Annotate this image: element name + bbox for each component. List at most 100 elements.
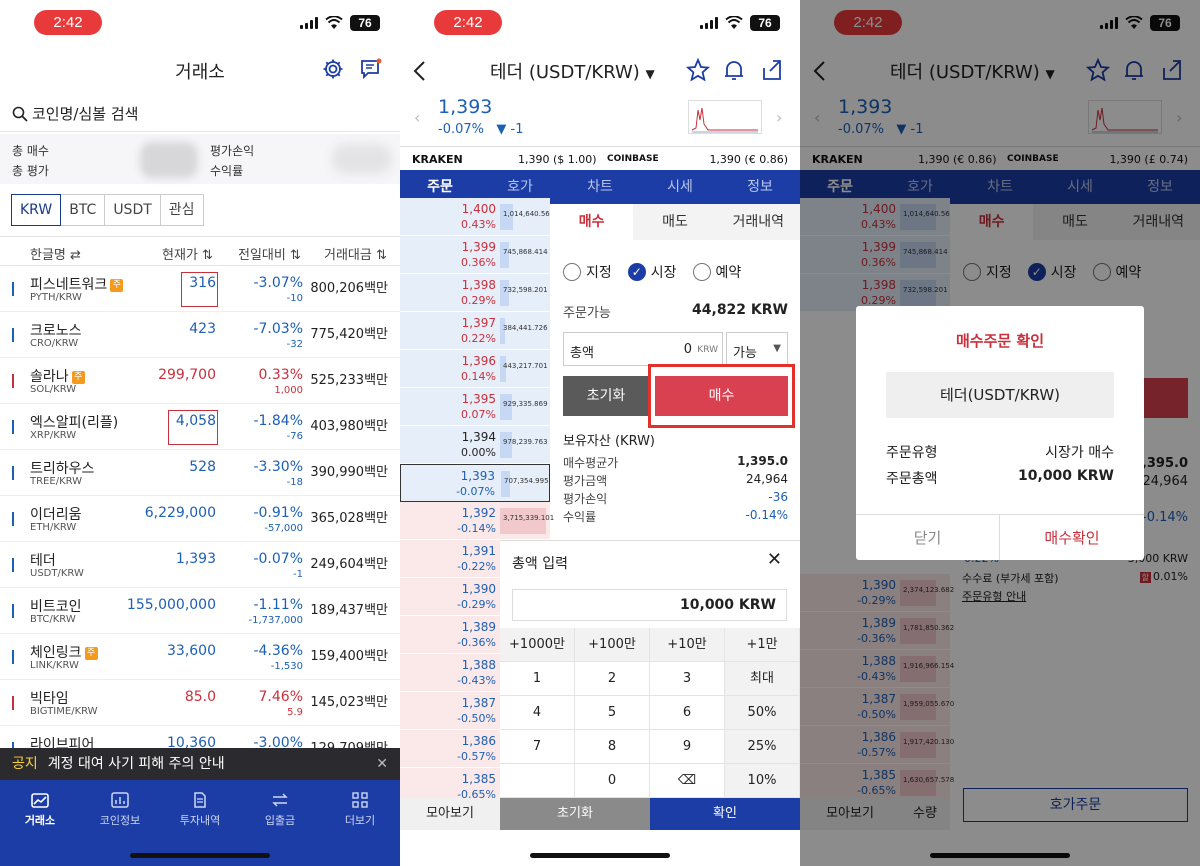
coin-change-percent: -1.11% (253, 597, 303, 613)
coin-price: 33,600 (167, 643, 216, 659)
orderbook-row[interactable]: 1,399 0.36% 745,868.414 (400, 236, 550, 274)
sheet-reset-button[interactable]: 초기화 (500, 798, 650, 830)
tab-buy[interactable]: 매수 (550, 204, 634, 240)
tab-investments[interactable]: 투자내역 (160, 792, 240, 828)
keypad-key[interactable]: +10만 (650, 628, 725, 662)
coin-row[interactable]: 트리하우스 TREE/KRW 528 -3.30% -18 390,990백만 (0, 450, 400, 496)
orderbook-row[interactable]: 1,397 0.22% 384,441.726 (400, 312, 550, 350)
keypad-key[interactable]: +100만 (575, 628, 650, 662)
orderbook-row[interactable]: 1,393 -0.07% 707,354.995 (400, 464, 550, 502)
back-icon[interactable] (412, 60, 426, 82)
collect-view-button[interactable]: 모아보기 (400, 798, 500, 830)
orderbook-price: 1,400 (461, 202, 496, 216)
tab-usdt[interactable]: USDT (104, 194, 161, 226)
tab-deposit-withdraw[interactable]: 입출금 (240, 792, 320, 828)
amount-input[interactable]: 총액 0 KRW (563, 332, 723, 366)
orderbook-row[interactable]: 1,396 0.14% 443,217.701 (400, 350, 550, 388)
radio-market[interactable]: ✓ 시장 (627, 262, 677, 282)
orderbook-row[interactable]: 1,394 0.00% 978,239.763 (400, 426, 550, 464)
tab-history[interactable]: 거래내역 (717, 204, 800, 240)
confirm-button[interactable]: 확인 (650, 798, 800, 830)
keypad-key[interactable]: 10% (725, 764, 800, 798)
available-row: 주문가능 44,822 KRW (563, 302, 788, 321)
coin-row[interactable]: 솔라나 주 SOL/KRW 299,700 0.33% 1,000 525,233백만 (0, 358, 400, 404)
search-input[interactable]: 코인명/심볼 검색 (0, 96, 400, 132)
share-icon[interactable] (760, 58, 784, 82)
coin-price: 6,229,000 (144, 505, 216, 521)
keypad-key[interactable]: 8 (575, 730, 650, 764)
prev-icon[interactable]: ‹ (414, 108, 420, 127)
keypad-key[interactable]: 3 (650, 662, 725, 696)
coin-row[interactable]: 이더리움 ETH/KRW 6,229,000 -0.91% -57,000 365,028… (0, 496, 400, 542)
orderbook-percent: 0.07% (461, 408, 496, 421)
coin-symbol: PYTH/KRW (30, 292, 82, 303)
message-icon[interactable] (360, 58, 382, 80)
keypad-key[interactable]: 9 (650, 730, 725, 764)
tab-more[interactable]: 더보기 (320, 792, 400, 828)
tab-coin-info[interactable]: 코인정보 (80, 792, 160, 828)
tab-sell[interactable]: 매도 (633, 204, 716, 240)
keypad-key[interactable]: 5 (575, 696, 650, 730)
notice-banner[interactable]: 공지 계정 대여 사기 피해 주의 안내 ✕ (0, 748, 400, 780)
orderbook-row[interactable]: 1,400 0.43% 1,014,640.563 (400, 198, 554, 236)
tab-exchange[interactable]: 거래소 (0, 792, 80, 828)
close-button[interactable]: 닫기 (856, 514, 1000, 560)
tab-btc[interactable]: BTC (60, 194, 106, 226)
sort-price[interactable]: 현재가 ⇅ (162, 244, 213, 263)
orderbook-row[interactable]: 1,392 -0.14% 3,715,339.101 (400, 502, 554, 540)
keypad-key[interactable]: +1만 (725, 628, 800, 662)
keypad-key[interactable]: 0 (575, 764, 650, 798)
next-icon[interactable]: › (776, 108, 782, 127)
gear-icon[interactable] (322, 58, 344, 80)
sort-change[interactable]: 전일대비 ⇅ (238, 244, 301, 263)
transfer-icon (272, 793, 288, 807)
candle-mark (12, 282, 14, 296)
orderbook-quantity: 707,354.995 (504, 477, 549, 485)
sort-volume[interactable]: 거래대금 ⇅ (324, 244, 387, 263)
tab-chart[interactable]: 차트 (560, 170, 640, 204)
coin-row[interactable]: 체인링크 주 LINK/KRW 33,600 -4.36% -1,530 159,400백만 (0, 634, 400, 680)
coin-row[interactable]: 비트코인 BTC/KRW 155,000,000 -1.11% -1,737,000 18… (0, 588, 400, 634)
mini-chart[interactable] (688, 100, 762, 134)
radio-limit[interactable]: 지정 (563, 262, 612, 282)
keypad-key[interactable]: 1 (500, 662, 575, 696)
keypad-key[interactable]: 50% (725, 696, 800, 730)
coin-row[interactable]: 테더 USDT/KRW 1,393 -0.07% -1 249,604백만 (0, 542, 400, 588)
close-icon[interactable]: ✕ (376, 748, 388, 780)
sort-name[interactable]: 한글명 ⇄ (30, 244, 81, 263)
orderbook-row[interactable]: 1,398 0.29% 732,598.201 (400, 274, 550, 312)
tab-krw[interactable]: KRW (11, 194, 62, 226)
reset-button[interactable]: 초기화 (563, 376, 649, 416)
candle-mark (12, 466, 14, 480)
radio-reserve[interactable]: 예약 (692, 262, 741, 282)
orderbook-price: 1,392 (461, 506, 496, 520)
ratio-select[interactable]: 가능 ▼ (726, 332, 788, 366)
caret-down-icon: ▼ (645, 67, 655, 81)
candle-mark (12, 374, 14, 388)
close-icon[interactable]: ✕ (767, 549, 782, 570)
bell-icon[interactable] (722, 58, 746, 82)
backspace-icon[interactable]: ⌫ (650, 764, 725, 798)
buy-confirm-button[interactable]: 매수확인 (1000, 514, 1144, 560)
keypad-key[interactable]: 4 (500, 696, 575, 730)
keypad-key[interactable]: 2 (575, 662, 650, 696)
tab-info[interactable]: 정보 (720, 170, 800, 204)
sheet-amount-field[interactable]: 10,000 KRW (512, 589, 787, 621)
market-title[interactable]: 테더 (USDT/KRW) ▼ (490, 58, 655, 84)
status-bar: 2:42 76 (400, 0, 800, 46)
keypad-key[interactable]: 25% (725, 730, 800, 764)
keypad-key[interactable]: 7 (500, 730, 575, 764)
keypad-key[interactable]: +1000만 (500, 628, 575, 662)
keypad-key[interactable]: 6 (650, 696, 725, 730)
star-icon[interactable] (686, 58, 710, 82)
tab-quotes[interactable]: 시세 (640, 170, 720, 204)
keypad-key[interactable]: 최대 (725, 662, 800, 696)
coin-row[interactable]: 빅타임 BIGTIME/KRW 85.0 7.46% 5.9 145,023백만 (0, 680, 400, 726)
keypad-key[interactable] (500, 764, 575, 798)
orderbook-row[interactable]: 1,395 0.07% 929,335.869 (400, 388, 550, 426)
market-tabs: KRW BTC USDT 관심 (11, 194, 204, 226)
coin-name: 크로노스 (30, 323, 82, 339)
coin-volume: 775,420백만 (310, 327, 388, 342)
coin-row[interactable]: 크로노스 CRO/KRW 423 -7.03% -32 775,420백만 (0, 312, 400, 358)
tab-favorites[interactable]: 관심 (159, 194, 204, 226)
